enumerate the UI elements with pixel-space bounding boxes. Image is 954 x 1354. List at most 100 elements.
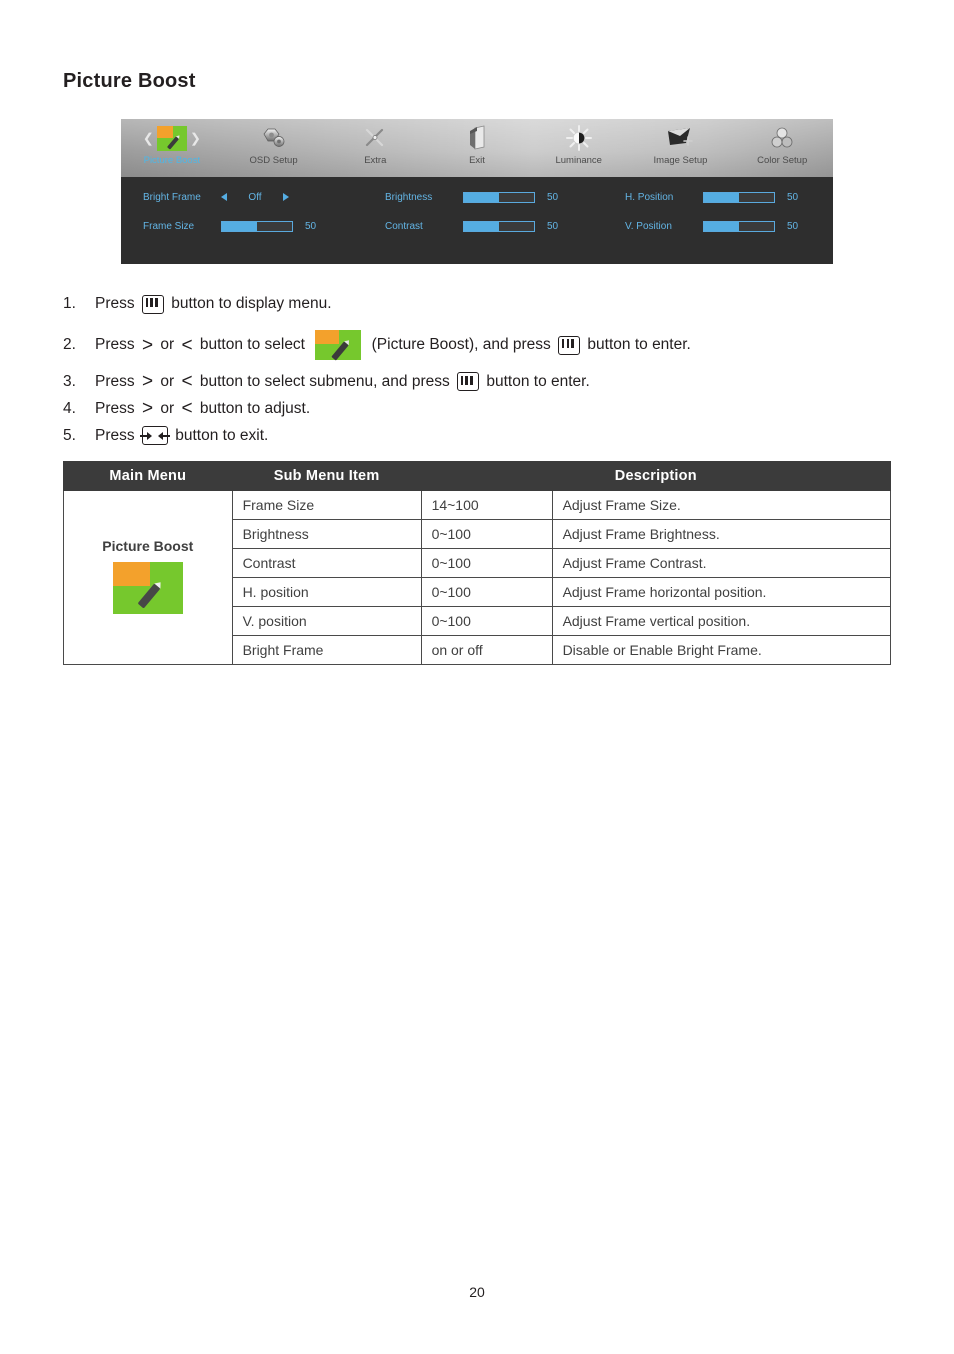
picture-boost-icon-orange-region (156, 125, 174, 138)
osd-setting-value-v-position: 50 (787, 220, 799, 232)
osd-slider-frame-size[interactable] (221, 220, 293, 232)
osd-menu-item-color-setup[interactable]: Color Setup (731, 119, 833, 177)
exit-door-icon (470, 125, 485, 150)
step-1-text-b: button to display menu. (166, 295, 332, 312)
right-arrow-glyph-icon: > (141, 398, 154, 419)
osd-menu-label-picture-boost: Picture Boost (143, 155, 201, 166)
osd-setting-label-h-position: H. Position (625, 191, 674, 203)
table-row: Picture Boost Frame Size 14~100 Adjust F… (63, 490, 892, 665)
table-cell-range: 0~100 (420, 606, 553, 636)
osd-menu-item-luminance[interactable]: Luminance (528, 119, 630, 177)
exit-icon-bar-right (162, 434, 170, 437)
picture-boost-thumbnail-icon (315, 330, 362, 361)
picture-boost-icon (156, 125, 187, 151)
step-number-5: 5. (63, 426, 76, 444)
picture-boost-icon-pencil (166, 135, 179, 150)
osd-icon-slot-picture-boost: ❮ ❯ (143, 123, 201, 153)
table-cell-sub-item: Brightness (231, 519, 422, 549)
osd-menu-bar: ❮ ❯ Picture Boost OSD Setup Extra Exit L… (121, 119, 833, 177)
chevron-left-icon[interactable]: ❮ (143, 132, 154, 145)
osd-menu-label-luminance: Luminance (555, 155, 602, 166)
osd-settings-area: Bright Frame Off Frame Size 50 Brightnes… (121, 177, 833, 264)
osd-icon-slot-osd-setup (261, 123, 287, 153)
table-header-sub-menu-item: Sub Menu Item (231, 461, 422, 491)
table-cell-description: Adjust Frame Brightness. (551, 519, 892, 549)
page-number: 20 (469, 1284, 485, 1300)
table-cell-range: 0~100 (420, 548, 553, 578)
extra-tools-icon (366, 128, 384, 147)
right-arrow-glyph-icon: > (141, 371, 154, 392)
step-text-3: Press > or < button to select submenu, a… (95, 372, 590, 392)
step-2-text-d: (Picture Boost), and press (367, 336, 556, 353)
osd-menu-label-color-setup: Color Setup (757, 155, 808, 166)
osd-slider-contrast[interactable] (463, 220, 535, 232)
osd-menu-item-picture-boost[interactable]: ❮ ❯ Picture Boost (121, 119, 223, 177)
step-4-text-a: Press (95, 399, 139, 417)
osd-menu-item-exit[interactable]: Exit (426, 119, 528, 177)
osd-setting-value-contrast: 50 (547, 220, 559, 232)
left-arrow-glyph-icon: < (181, 398, 193, 419)
osd-setting-frame-size[interactable]: Frame Size 50 (143, 218, 316, 234)
table-cell-sub-item: Bright Frame (231, 635, 422, 665)
step-5-text-a: Press (95, 426, 139, 444)
picture-boost-table-icon (112, 562, 183, 614)
osd-slider-h-position[interactable] (703, 191, 775, 203)
osd-setting-brightness[interactable]: Brightness 50 (385, 189, 558, 205)
picture-boost-table-icon-pencil (137, 583, 161, 609)
menu-button-icon (558, 335, 581, 355)
step-number-4: 4. (63, 399, 76, 417)
osd-menu-label-osd-setup: OSD Setup (249, 155, 298, 166)
osd-setting-v-position[interactable]: V. Position 50 (625, 218, 798, 234)
step-number-1: 1. (63, 295, 76, 312)
arrow-right-icon[interactable] (283, 193, 289, 201)
color-setup-icon (771, 127, 793, 148)
table-body: Picture Boost Frame Size 14~100 Adjust F… (63, 490, 892, 665)
luminance-sun-icon (565, 125, 592, 151)
table-header-description: Description (420, 461, 892, 491)
osd-slider-fill-h-position (704, 192, 739, 202)
osd-icon-slot-image-setup (666, 123, 694, 153)
step-3-text-b: or (156, 372, 179, 390)
table-header-row: Main Menu Sub Menu Item Description (63, 461, 892, 491)
exit-icon-bar-left (139, 434, 147, 437)
menu-button-icon (457, 372, 480, 391)
instruction-step-2: 2. Press > or < button to select (Pictur… (63, 322, 893, 368)
table-cell-range: 0~100 (420, 577, 553, 607)
osd-setting-value-frame-size: 50 (305, 220, 317, 232)
step-text-5: Press button to exit. (95, 426, 268, 446)
step-2-text-e: button to enter. (583, 336, 691, 353)
osd-menu-item-osd-setup[interactable]: OSD Setup (223, 119, 325, 177)
osd-setting-label-frame-size: Frame Size (143, 220, 195, 232)
step-3-text-d: button to enter. (482, 372, 590, 390)
table-head: Main Menu Sub Menu Item Description (63, 461, 892, 491)
step-text-2: Press > or < button to select (Picture B… (95, 330, 691, 361)
instruction-step-4: 4. Press > or < button to adjust. (63, 395, 893, 422)
table-cell-sub-item: V. position (231, 606, 422, 636)
osd-setting-contrast[interactable]: Contrast 50 (385, 218, 558, 234)
osd-setting-label-contrast: Contrast (385, 220, 423, 232)
osd-setting-h-position[interactable]: H. Position 50 (625, 189, 798, 205)
table-cell-main-menu-picture-boost: Picture Boost (63, 490, 233, 665)
instruction-step-1: 1. Press button to display menu. (63, 286, 893, 322)
osd-menu-item-extra[interactable]: Extra (324, 119, 426, 177)
step-text-1: Press button to display menu. (95, 294, 332, 314)
table-cell-description: Adjust Frame vertical position. (551, 606, 892, 636)
osd-setting-bright-frame[interactable]: Bright Frame Off (143, 189, 289, 205)
osd-panel: ❮ ❯ Picture Boost OSD Setup Extra Exit L… (121, 119, 833, 264)
osd-icon-slot-exit (466, 123, 488, 153)
osd-menu-label-exit: Exit (469, 155, 485, 166)
table-header-main-menu: Main Menu (63, 461, 233, 491)
step-2-text-b: or (156, 336, 179, 353)
right-arrow-glyph-icon: > (141, 334, 154, 356)
osd-slider-fill-brightness (464, 192, 499, 202)
osd-slider-brightness[interactable] (463, 191, 535, 203)
step-4-text-c: button to adjust. (195, 399, 311, 417)
osd-slider-v-position[interactable] (703, 220, 775, 232)
left-arrow-glyph-icon: < (181, 334, 193, 356)
step-2-text-a: Press (95, 336, 139, 353)
osd-menu-item-image-setup[interactable]: Image Setup (630, 119, 732, 177)
picture-boost-thumbnail-orange-region (315, 330, 340, 345)
osd-menu-item-list: ❮ ❯ Picture Boost OSD Setup Extra Exit L… (121, 119, 833, 177)
step-number-2: 2. (63, 336, 76, 353)
chevron-right-icon[interactable]: ❯ (190, 132, 201, 145)
